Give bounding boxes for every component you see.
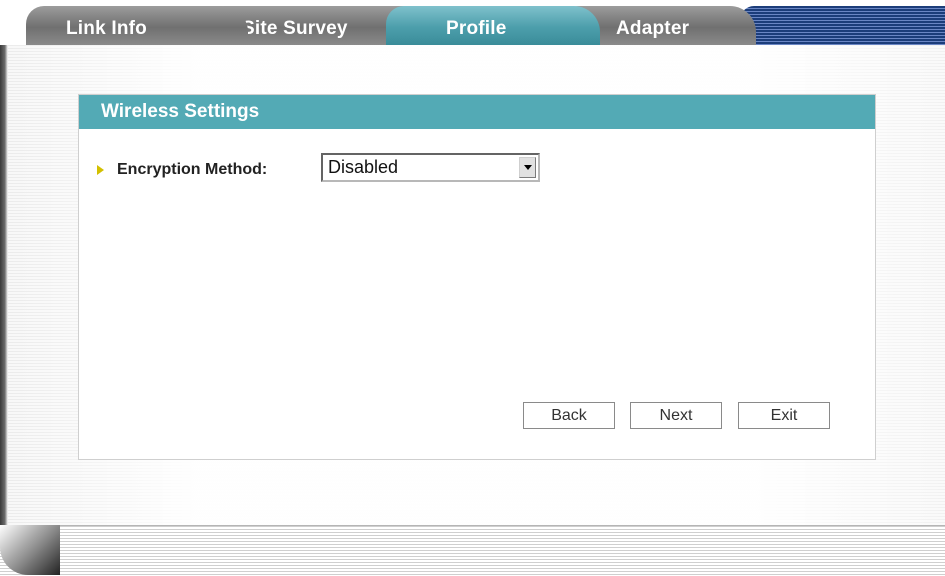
tab-label: Profile bbox=[446, 18, 507, 39]
tab-profile[interactable]: Profile bbox=[386, 6, 600, 45]
tab-bar: Link Info Site Survey Profile Adapter bbox=[0, 0, 945, 45]
tab-bar-stripes bbox=[740, 6, 945, 45]
wireless-settings-panel: Wireless Settings Encryption Method: Dis… bbox=[78, 94, 876, 460]
encryption-row: Encryption Method: bbox=[97, 155, 267, 185]
window-left-edge bbox=[0, 0, 8, 575]
dropdown-button[interactable] bbox=[519, 157, 536, 178]
next-button[interactable]: Next bbox=[630, 402, 722, 429]
tab-label: Site Survey bbox=[242, 18, 348, 39]
encryption-method-select[interactable]: Disabled bbox=[321, 153, 540, 182]
encryption-method-value: Disabled bbox=[328, 157, 399, 177]
bottom-bar bbox=[0, 525, 945, 576]
chevron-down-icon bbox=[523, 165, 532, 170]
tab-label: Adapter bbox=[616, 18, 690, 39]
tab-link-info[interactable]: Link Info bbox=[26, 6, 248, 45]
arrow-bullet-icon bbox=[97, 165, 104, 175]
back-button[interactable]: Back bbox=[523, 402, 615, 429]
encryption-method-label: Encryption Method: bbox=[117, 161, 268, 178]
bottom-left-corner bbox=[0, 525, 60, 575]
panel-title: Wireless Settings bbox=[79, 95, 875, 129]
tab-label: Link Info bbox=[66, 18, 147, 39]
exit-button[interactable]: Exit bbox=[738, 402, 830, 429]
